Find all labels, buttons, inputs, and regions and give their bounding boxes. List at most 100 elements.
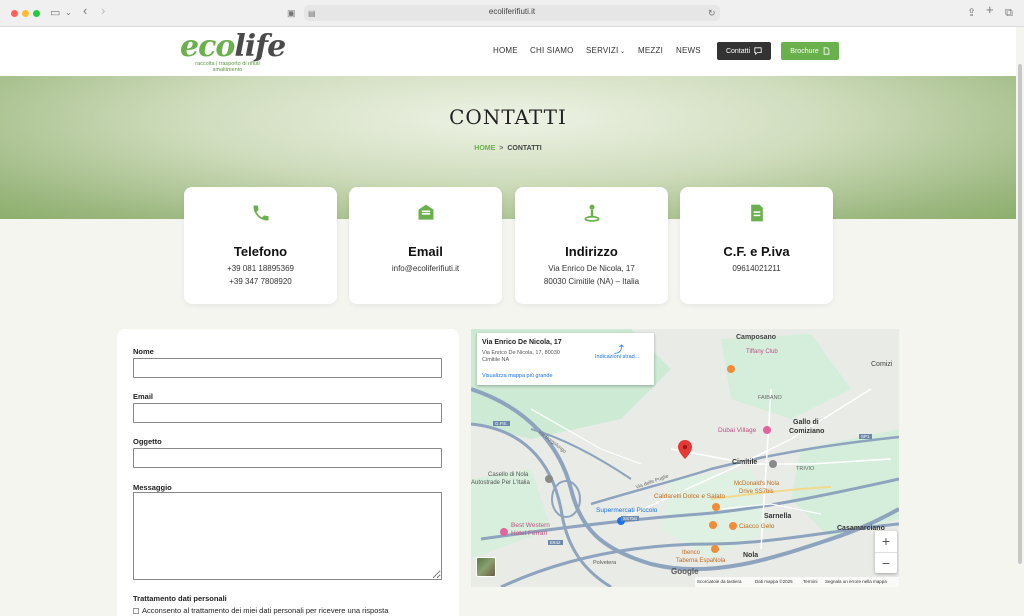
- maximize-window-button[interactable]: [33, 10, 40, 17]
- close-window-button[interactable]: [11, 10, 18, 17]
- privacy-label: Trattamento dati personali: [133, 594, 227, 603]
- piva-number: 09614021211: [732, 264, 781, 273]
- reload-icon[interactable]: ↻: [708, 6, 716, 20]
- keyboard-shortcuts-link[interactable]: Scorciatoie da tastiera: [697, 579, 742, 584]
- map-footer: Scorciatoie da tastiera Dati mappa ©2025…: [695, 577, 899, 587]
- larger-map-link[interactable]: Visualizza mappa più grande: [482, 373, 553, 379]
- contatti-label: Contatti: [725, 47, 751, 55]
- new-tab-icon[interactable]: +: [986, 3, 994, 17]
- map-label-casello: Casello di Nola: [488, 472, 529, 478]
- contact-card-telefono: Telefono +39 081 18895369 +39 347 780892…: [184, 187, 337, 304]
- email-label: Email: [133, 392, 154, 401]
- chevron-down-icon: ⌄: [620, 49, 626, 55]
- nav-mezzi[interactable]: MEZZI: [638, 46, 663, 55]
- email-address[interactable]: info@ecoliferifiuti.it: [349, 264, 502, 273]
- map-label-e842: E842: [548, 540, 563, 545]
- site-logo[interactable]: ecolife: [180, 29, 286, 64]
- messaggio-textarea[interactable]: [133, 492, 442, 580]
- map-label-polvetera: Polvetera: [593, 560, 617, 566]
- hero-banner: CONTATTI HOME > CONTATTI: [0, 76, 1016, 219]
- contatti-button[interactable]: Contatti: [717, 42, 771, 60]
- browser-toolbar: ▭ ⌄ ‹ › ▣ ▤ ecoliferifiuti.it ↻ ⇪ + ⧉: [0, 0, 1024, 27]
- url-text: ecoliferifiuti.it: [488, 7, 536, 16]
- tabs-overview-icon[interactable]: ⧉: [1005, 6, 1013, 20]
- site-header: ecolife raccolta | trasporto di rifiuti …: [0, 27, 1016, 76]
- map-label-caldarelli: Caldarelli Dolce e Salato: [654, 493, 726, 500]
- email-icon: [418, 204, 433, 220]
- zoom-controls: + −: [875, 531, 897, 573]
- nav-home[interactable]: HOME: [493, 46, 518, 55]
- address-line-1: Via Enrico De Nicola, 17: [548, 264, 635, 273]
- logo-eco: eco: [180, 29, 235, 64]
- minimize-window-button[interactable]: [22, 10, 29, 17]
- zoom-in-button[interactable]: +: [875, 531, 897, 552]
- nome-label: Nome: [133, 347, 154, 356]
- nav-servizi[interactable]: SERVIZI: [586, 46, 618, 55]
- page-title: CONTATTI: [449, 105, 567, 129]
- email-input[interactable]: [133, 403, 442, 423]
- oggetto-input[interactable]: [133, 448, 442, 468]
- map-label-comiziano: Comiziano: [789, 428, 825, 435]
- map-label-bestwestern: Best Western: [511, 522, 550, 529]
- address-line-2: 80030 Cimitile (NA) – Italia: [543, 277, 640, 286]
- directions-link[interactable]: Indicazioni strad...: [595, 354, 639, 360]
- forward-icon[interactable]: ›: [101, 4, 105, 18]
- map-label-ibenco: Ibenco: [682, 550, 701, 556]
- card-title: Indirizzo: [565, 244, 618, 259]
- consent-row: Acconsento al trattamento dei miei dati …: [133, 606, 388, 615]
- map-label-dubai: Dubai Village: [718, 427, 757, 434]
- map-label-trivio: TRIVIO: [796, 466, 815, 472]
- map-label-comiz: Comizi: [871, 361, 893, 368]
- map-label-camposano: Camposano: [736, 334, 777, 341]
- oggetto-label: Oggetto: [133, 437, 162, 446]
- card-title: Email: [408, 244, 443, 259]
- brochure-label: Brochure: [790, 47, 819, 55]
- report-error-link[interactable]: Segnala un errore nella mappa: [825, 579, 887, 584]
- scrollbar-thumb[interactable]: [1018, 64, 1022, 564]
- breadcrumb-current: CONTATTI: [507, 145, 542, 152]
- map-label-ferrari: Hotel Ferrari: [511, 530, 548, 537]
- map-label-gpe: G.P.E.: [493, 421, 510, 426]
- chevron-down-icon[interactable]: ⌄: [65, 6, 72, 20]
- address-bar[interactable]: ▤ ecoliferifiuti.it ↻: [304, 5, 720, 21]
- phone-number-2[interactable]: +39 347 7808920: [184, 277, 337, 286]
- logo-life: life: [234, 29, 286, 64]
- chat-icon: [754, 47, 762, 55]
- map-label-autostrade: Autostrade Per L'Italia: [471, 480, 530, 486]
- terms-link[interactable]: Termini: [803, 579, 818, 584]
- zoom-out-button[interactable]: −: [875, 552, 897, 573]
- map-label-supermercati: Supermercati Piccolo: [596, 507, 658, 514]
- map-label-ss7bis: SS7bis: [621, 516, 640, 521]
- sidebar-toggle-icon[interactable]: ▭: [50, 6, 60, 20]
- map-label-taberna: Taberna EspaNola: [676, 558, 726, 564]
- map-label-sp1: SP1: [859, 434, 872, 439]
- contact-card-email: Email info@ecoliferifiuti.it: [349, 187, 502, 304]
- location-icon: [584, 204, 599, 222]
- google-logo: Google: [671, 567, 699, 576]
- back-icon[interactable]: ‹: [83, 4, 87, 18]
- nav-news[interactable]: NEWS: [676, 46, 701, 55]
- card-title: Telefono: [233, 244, 288, 259]
- phone-number-1[interactable]: +39 081 18895369: [184, 264, 337, 273]
- google-map[interactable]: Via Enrico De Nicola, 17 Via Enrico De N…: [471, 329, 899, 587]
- map-label-cimitile: Cimitile: [732, 459, 758, 466]
- contact-form: Nome Email Oggetto Messaggio Trattamento…: [117, 329, 459, 616]
- map-label-drive: Drive SS7bis: [739, 489, 774, 495]
- popup-address: Via Enrico De Nicola, 17, 80030 Cimitile…: [482, 350, 560, 363]
- map-label-sarnella: Sarnella: [764, 513, 792, 520]
- document-icon: [750, 204, 763, 222]
- brochure-button[interactable]: Brochure: [781, 42, 839, 60]
- breadcrumb-separator: >: [499, 145, 504, 152]
- map-label-faibano: FAIBANO: [758, 395, 782, 401]
- phone-icon: [253, 205, 268, 221]
- nav-chi-siamo[interactable]: CHI SIAMO: [530, 46, 574, 55]
- satellite-view-toggle[interactable]: [476, 557, 496, 577]
- map-label-gallo: Gallo di: [793, 419, 819, 426]
- consent-checkbox[interactable]: [133, 607, 139, 614]
- nome-input[interactable]: [133, 358, 442, 378]
- share-icon[interactable]: ⇪: [967, 6, 976, 20]
- map-label-nola: Nola: [743, 552, 759, 559]
- file-icon: [823, 47, 830, 55]
- breadcrumb-home[interactable]: HOME: [474, 145, 495, 152]
- extension-icon[interactable]: ▣: [287, 6, 296, 20]
